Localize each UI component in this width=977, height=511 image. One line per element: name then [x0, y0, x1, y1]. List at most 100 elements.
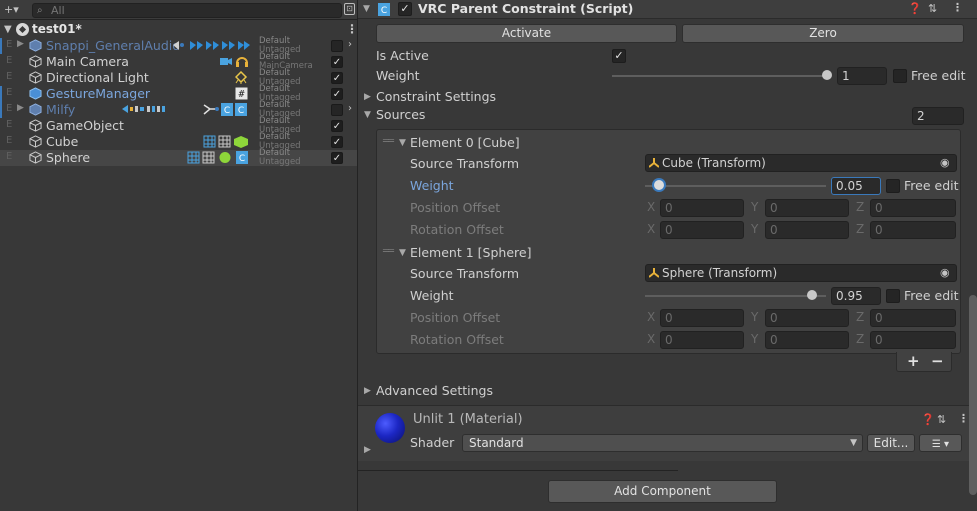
- active-toggle[interactable]: ✓: [331, 40, 343, 52]
- element-0-weight-field[interactable]: 0.05: [831, 177, 881, 195]
- object-picker-icon[interactable]: ◉: [940, 156, 950, 169]
- drag-handle-icon[interactable]: ══: [383, 246, 394, 257]
- unity-scene-icon: [16, 23, 29, 36]
- element-0-weight-track[interactable]: [645, 185, 826, 187]
- zero-button[interactable]: Zero: [682, 24, 964, 43]
- activate-button[interactable]: Activate: [376, 24, 677, 43]
- advanced-settings-foldout[interactable]: Advanced Settings: [376, 383, 493, 398]
- element-0-free-edit-checkbox[interactable]: [886, 179, 900, 193]
- axis-y-label: Y: [751, 222, 759, 236]
- sources-foldout[interactable]: Sources: [376, 107, 425, 122]
- active-toggle[interactable]: ✓: [331, 88, 343, 100]
- advanced-settings-fold-icon[interactable]: ▶: [364, 386, 371, 396]
- inspector-scrollbar[interactable]: [968, 295, 977, 500]
- help-icon[interactable]: ❓: [908, 2, 922, 15]
- active-toggle[interactable]: ✓: [331, 72, 343, 84]
- element-1-title[interactable]: Element 1 [Sphere]: [410, 245, 531, 260]
- remove-source-button[interactable]: −: [931, 352, 944, 370]
- object-picker-icon[interactable]: ◉: [940, 266, 950, 279]
- prefab-open-arrow-icon[interactable]: ›: [348, 39, 352, 50]
- rotation-y-field[interactable]: 0: [765, 221, 849, 239]
- hierarchy-row-directional-light[interactable]: E Directional Light Default Untagged ✓: [0, 69, 357, 87]
- shader-label: Shader: [410, 435, 455, 450]
- hierarchy-row-sphere[interactable]: E Sphere C Default Untagged ✓: [0, 148, 357, 167]
- weight-free-edit-checkbox[interactable]: [893, 69, 907, 83]
- weight-slider-track[interactable]: [612, 75, 828, 77]
- element-0-title[interactable]: Element 0 [Cube]: [410, 135, 520, 150]
- sources-count-field[interactable]: 2: [912, 107, 964, 125]
- sources-list: ══ ▼ Element 0 [Cube] Source Transform C…: [376, 129, 961, 354]
- element-1-weight-field[interactable]: 0.95: [831, 287, 881, 305]
- rotation-x-field[interactable]: 0: [660, 331, 744, 349]
- axis-y-label: Y: [751, 310, 759, 324]
- expand-arrow-icon[interactable]: ▶: [17, 39, 24, 49]
- weight-field[interactable]: 1: [837, 67, 887, 85]
- element-0-weight-knob[interactable]: [653, 180, 664, 190]
- drag-handle-icon[interactable]: ══: [383, 136, 394, 147]
- position-z-field[interactable]: 0: [870, 199, 956, 217]
- svg-text:C: C: [239, 154, 245, 164]
- rotation-y-field[interactable]: 0: [765, 331, 849, 349]
- active-toggle[interactable]: ✓: [331, 104, 343, 116]
- add-component-button[interactable]: Add Component: [548, 480, 777, 503]
- position-x-field[interactable]: 0: [660, 309, 744, 327]
- scene-visibility-icon[interactable]: ⊡: [344, 3, 355, 15]
- inspector-panel: ▼ C ✓ VRC Parent Constraint (Script) ❓ ⇅…: [357, 0, 977, 511]
- active-toggle[interactable]: ✓: [331, 56, 343, 68]
- position-y-field[interactable]: 0: [765, 309, 849, 327]
- add-source-button[interactable]: +: [907, 352, 920, 370]
- weight-slider-knob[interactable]: [822, 70, 832, 80]
- row-tags: Default Untagged: [259, 148, 301, 167]
- component-enabled-toggle[interactable]: ✓: [398, 2, 412, 16]
- is-active-checkbox[interactable]: ✓: [612, 49, 626, 63]
- rotation-z-field[interactable]: 0: [870, 331, 956, 349]
- add-dropdown-icon[interactable]: +▾: [4, 3, 22, 17]
- hierarchy-row-main-camera[interactable]: E Main Camera Default MainCamera ✓: [0, 53, 357, 71]
- row-label: Directional Light: [46, 70, 149, 85]
- scene-fold-icon[interactable]: ▼: [4, 24, 12, 35]
- shader-dropdown[interactable]: Standard ▼: [462, 434, 863, 452]
- hierarchy-row-snappi[interactable]: E ▶ Snappi_GeneralAudio Default Untagged …: [0, 37, 357, 55]
- scene-header[interactable]: ▼ test01* ⋮: [0, 21, 358, 39]
- source-transform-field[interactable]: Cube (Transform): [645, 154, 957, 172]
- shader-edit-button[interactable]: Edit...: [867, 434, 915, 452]
- presets-icon[interactable]: ⇅: [928, 2, 937, 15]
- element-1-free-edit-checkbox[interactable]: [886, 289, 900, 303]
- presets-icon[interactable]: ⇅: [937, 413, 946, 426]
- prefab-override-bar: [0, 38, 2, 54]
- active-toggle[interactable]: ✓: [331, 152, 343, 164]
- help-icon[interactable]: ❓: [921, 413, 935, 426]
- element-1-weight-knob[interactable]: [807, 290, 818, 300]
- rotation-z-field[interactable]: 0: [870, 221, 956, 239]
- shader-options-dropdown[interactable]: ☰ ▾: [919, 434, 962, 452]
- component-menu-icon[interactable]: ⋮: [952, 1, 963, 14]
- element-1-weight-track[interactable]: [645, 295, 826, 297]
- hierarchy-row-cube[interactable]: E Cube Default Untagged ✓: [0, 133, 357, 151]
- rotation-x-field[interactable]: 0: [660, 221, 744, 239]
- material-fold-icon[interactable]: ▶: [364, 445, 371, 455]
- constraint-settings-fold-icon[interactable]: ▶: [364, 92, 371, 102]
- element-fold-icon[interactable]: ▼: [399, 248, 406, 258]
- sources-fold-icon[interactable]: ▼: [364, 110, 371, 120]
- hierarchy-row-gameobject[interactable]: E GameObject Default Untagged ✓: [0, 117, 357, 135]
- source-transform-field[interactable]: Sphere (Transform): [645, 264, 957, 282]
- hierarchy-row-gesture-manager[interactable]: E GestureManager # Default Untagged ✓: [0, 85, 357, 103]
- rotation-offset-label: Rotation Offset: [410, 332, 504, 347]
- scrollbar-thumb[interactable]: [969, 295, 977, 495]
- position-z-field[interactable]: 0: [870, 309, 956, 327]
- active-toggle[interactable]: ✓: [331, 136, 343, 148]
- position-x-field[interactable]: 0: [660, 199, 744, 217]
- constraint-settings-foldout[interactable]: Constraint Settings: [376, 89, 496, 104]
- component-fold-icon[interactable]: ▼: [363, 4, 370, 14]
- row-prefix: E: [6, 103, 13, 114]
- hierarchy-search[interactable]: ⌕: [32, 3, 342, 18]
- active-toggle[interactable]: ✓: [331, 120, 343, 132]
- prefab-open-arrow-icon[interactable]: ›: [348, 103, 352, 114]
- hierarchy-row-milfy[interactable]: E ▶ Milfy C C DefaultUntagged ✓ ›: [0, 101, 357, 119]
- position-offset-label: Position Offset: [410, 200, 501, 215]
- component-header[interactable]: ▼ C ✓ VRC Parent Constraint (Script) ❓ ⇅…: [358, 0, 977, 19]
- expand-arrow-icon[interactable]: ▶: [17, 103, 24, 113]
- position-y-field[interactable]: 0: [765, 199, 849, 217]
- element-fold-icon[interactable]: ▼: [399, 138, 406, 148]
- hierarchy-search-input[interactable]: [51, 4, 331, 17]
